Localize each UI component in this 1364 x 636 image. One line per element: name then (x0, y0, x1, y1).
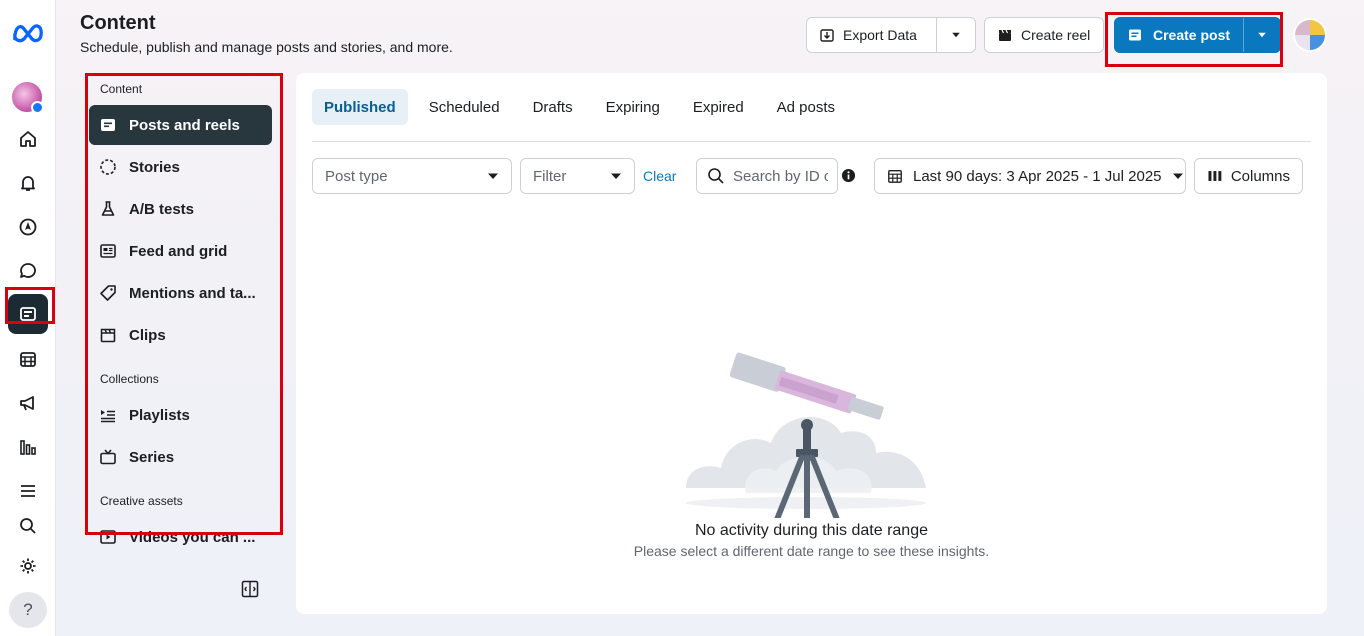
search-input[interactable] (733, 167, 828, 185)
content-icon[interactable] (8, 294, 48, 334)
create-post-button[interactable]: Create post (1114, 17, 1281, 53)
playlist-icon (101, 410, 115, 423)
tab-published[interactable]: Published (312, 89, 408, 125)
empty-state-title: No activity during this date range (694, 522, 928, 539)
calendar-icon[interactable] (8, 339, 48, 379)
gear-icon[interactable] (8, 546, 48, 586)
content-tabs: Published Scheduled Drafts Expiring Expi… (312, 89, 856, 125)
date-range-picker[interactable]: Last 90 days: 3 Apr 2025 - 1 Jul 2025 (874, 158, 1186, 194)
sidebar-item-stories[interactable]: Stories (89, 147, 272, 187)
insights-icon[interactable] (8, 427, 48, 467)
export-data-button[interactable]: Export Data (806, 17, 976, 53)
empty-state-subtitle: Please select a different date range to … (633, 543, 990, 559)
columns-label: Columns (1230, 167, 1290, 185)
section-label-content: Content (100, 82, 143, 96)
export-icon (820, 29, 834, 42)
page-avatar[interactable] (10, 80, 44, 114)
create-post-dropdown-button[interactable] (1244, 18, 1280, 52)
sidebar-item-series[interactable]: Series (89, 437, 272, 477)
search-box (696, 158, 838, 194)
post-icon (1129, 29, 1141, 41)
meta-logo-icon[interactable] (11, 18, 45, 48)
caret-down-icon (1258, 32, 1266, 38)
tabs-divider (312, 141, 1311, 142)
sidebar-item-ab-tests[interactable]: A/B tests (89, 189, 272, 229)
section-label-collections: Collections (100, 372, 159, 386)
profile-avatar[interactable] (1293, 18, 1327, 52)
sidebar-item-clips[interactable]: Clips (89, 315, 272, 355)
create-reel-button[interactable]: Create reel (984, 17, 1104, 53)
date-range-label: Last 90 days: 3 Apr 2025 - 1 Jul 2025 (913, 167, 1162, 185)
create-post-label: Create post (1153, 27, 1231, 43)
help-button[interactable]: ? (9, 592, 47, 628)
clapper-icon (999, 29, 1011, 41)
caret-down-icon (1172, 173, 1183, 179)
info-icon[interactable] (841, 168, 856, 183)
post-icon (101, 119, 115, 131)
feed-icon (100, 244, 116, 258)
chat-icon[interactable] (8, 251, 48, 291)
calendar-icon (888, 170, 902, 183)
caret-down-icon (611, 173, 621, 179)
megaphone-icon[interactable] (8, 383, 48, 423)
flask-icon (101, 201, 115, 216)
video-icon (100, 530, 116, 544)
page-subtitle: Schedule, publish and manage posts and s… (80, 39, 453, 55)
tab-ad-posts[interactable]: Ad posts (765, 89, 847, 125)
filter-label: Filter (533, 167, 567, 185)
tv-icon (100, 449, 116, 465)
section-label-creative-assets: Creative assets (100, 494, 183, 508)
tab-scheduled[interactable]: Scheduled (417, 89, 512, 125)
collapse-sidebar-icon[interactable] (240, 579, 260, 599)
sidebar-item-posts-and-reels[interactable]: Posts and reels (89, 105, 272, 145)
tab-expiring[interactable]: Expiring (594, 89, 672, 125)
compass-icon[interactable] (8, 207, 48, 247)
post-type-select[interactable]: Post type (312, 158, 512, 194)
caret-down-icon (952, 32, 960, 38)
caret-down-icon (488, 173, 498, 179)
create-reel-label: Create reel (1021, 27, 1091, 43)
left-nav-rail: ? (0, 0, 56, 636)
home-icon[interactable] (8, 119, 48, 159)
telescope-illustration-icon (686, 352, 926, 518)
sidebar-item-feed-and-grid[interactable]: Feed and grid (89, 231, 272, 271)
post-type-label: Post type (325, 167, 388, 185)
bell-icon[interactable] (8, 163, 48, 203)
export-dropdown-button[interactable] (937, 18, 975, 52)
main-panel: Published Scheduled Drafts Expiring Expi… (296, 73, 1327, 614)
sidebar-item-playlists[interactable]: Playlists (89, 395, 272, 435)
page-title: Content (80, 12, 156, 34)
columns-button[interactable]: Columns (1194, 158, 1303, 194)
filter-select[interactable]: Filter (520, 158, 635, 194)
search-icon (708, 168, 724, 184)
tab-expired[interactable]: Expired (681, 89, 756, 125)
menu-icon[interactable] (8, 471, 48, 511)
tag-icon (100, 285, 116, 301)
content-sidebar: Content Posts and reels Stories A/B test… (84, 72, 284, 612)
clapper-icon (100, 328, 116, 343)
sidebar-item-mentions-and-tags[interactable]: Mentions and ta... (89, 273, 272, 313)
story-ring-icon (100, 159, 116, 175)
columns-icon (1208, 171, 1222, 181)
tab-drafts[interactable]: Drafts (521, 89, 585, 125)
search-icon[interactable] (8, 506, 48, 546)
sidebar-item-videos[interactable]: Videos you can ... (89, 517, 272, 557)
facebook-badge-icon (31, 101, 44, 114)
export-data-label: Export Data (843, 27, 917, 43)
clear-filters-link[interactable]: Clear (643, 168, 676, 184)
